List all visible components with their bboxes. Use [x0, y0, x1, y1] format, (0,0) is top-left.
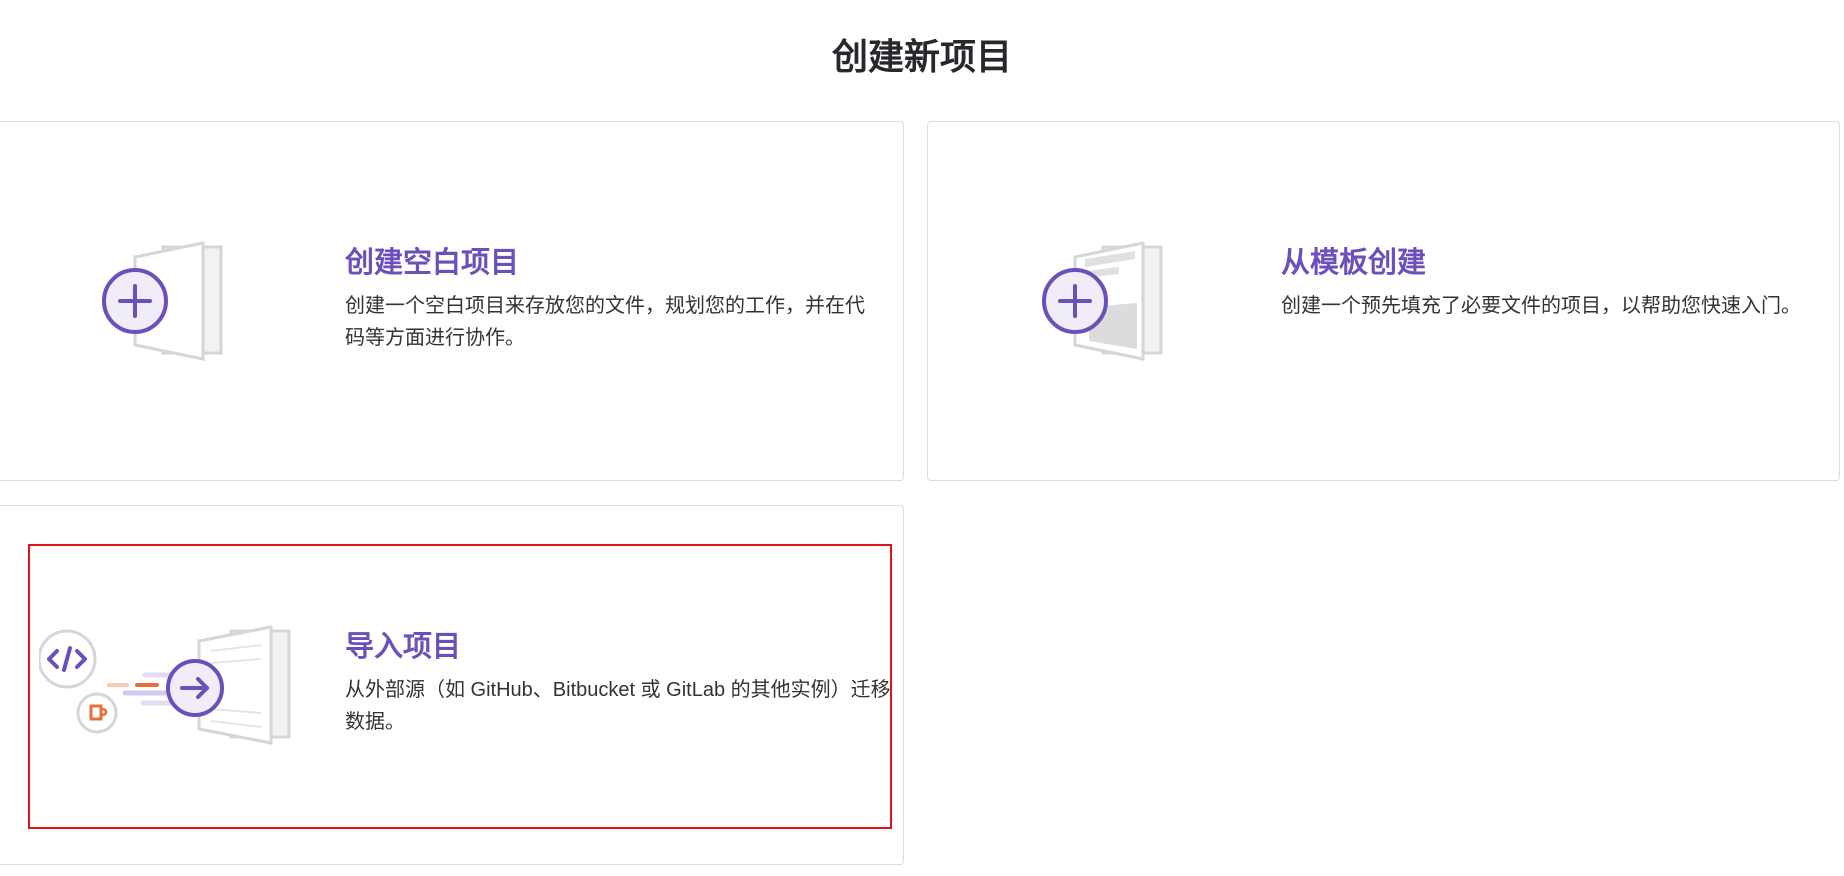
plus-document-icon — [95, 237, 235, 372]
page-title: 创建新项目 — [831, 36, 1012, 77]
import-project-card[interactable]: 导入项目 从外部源（如 GitHub、Bitbucket 或 GitLab 的其… — [0, 505, 904, 865]
card-description: 创建一个预先填充了必要文件的项目，以帮助您快速入门。 — [1281, 295, 1801, 317]
create-from-template-card[interactable]: 从模板创建 创建一个预先填充了必要文件的项目，以帮助您快速入门。 — [927, 121, 1840, 481]
template-document-icon — [1039, 237, 1179, 372]
card-description: 从外部源（如 GitHub、Bitbucket 或 GitLab 的其他实例）迁… — [345, 679, 891, 733]
import-arrow-icon — [37, 621, 299, 756]
create-blank-project-card[interactable]: 创建空白项目 创建一个空白项目来存放您的文件，规划您的工作，并在代码等方面进行协… — [0, 121, 904, 481]
card-description: 创建一个空白项目来存放您的文件，规划您的工作，并在代码等方面进行协作。 — [345, 295, 865, 349]
card-title: 从模板创建 — [1281, 247, 1427, 279]
card-title: 导入项目 — [345, 631, 462, 663]
card-title: 创建空白项目 — [345, 247, 520, 279]
